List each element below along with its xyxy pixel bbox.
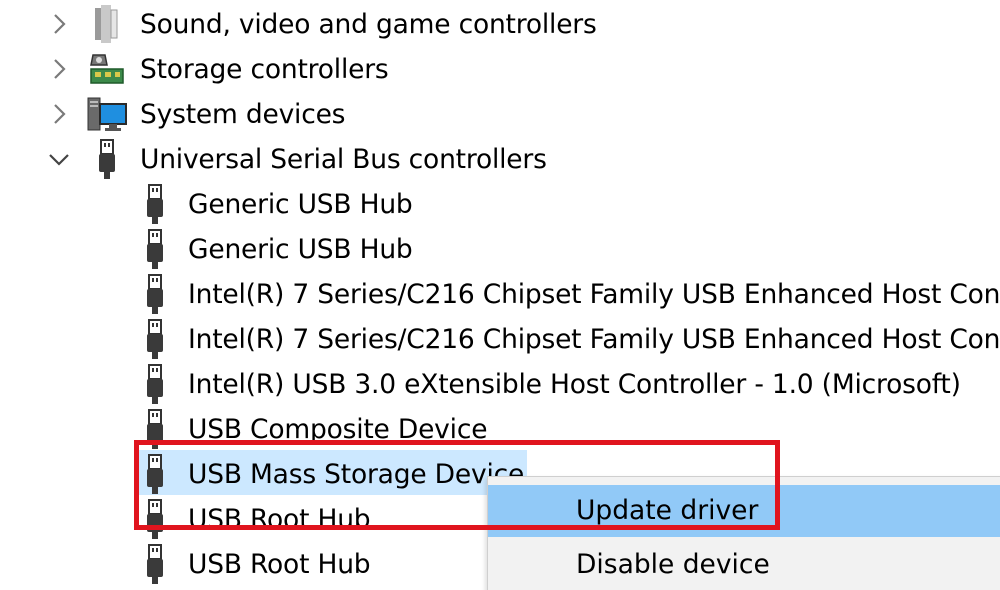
tree-item-universal-serial-bus-controllers[interactable]: Universal Serial Bus controllers xyxy=(0,137,1000,182)
tree-item-label: Generic USB Hub xyxy=(188,234,413,265)
usb-plug-icon xyxy=(147,184,163,224)
speaker-icon xyxy=(95,5,118,43)
tree-item-label: Generic USB Hub xyxy=(188,189,413,220)
usb-plug-icon xyxy=(147,454,163,494)
storage-controller-icon xyxy=(90,54,124,84)
chevron-right-icon[interactable] xyxy=(46,56,72,82)
tree-item-sound-video-game-controllers[interactable]: Sound, video and game controllers xyxy=(0,2,1000,47)
usb-plug-icon xyxy=(147,409,163,449)
tree-item-intel-ehci-controller[interactable]: Intel(R) 7 Series/C216 Chipset Family US… xyxy=(0,317,1000,362)
chevron-right-icon[interactable] xyxy=(46,101,72,127)
tree-item-generic-usb-hub[interactable]: Generic USB Hub xyxy=(0,227,1000,272)
tree-item-label: Intel(R) 7 Series/C216 Chipset Family US… xyxy=(188,324,1000,355)
tree-item-label: Sound, video and game controllers xyxy=(140,9,597,40)
context-menu: Update driver Disable device xyxy=(487,476,1000,590)
tree-item-label: USB Root Hub xyxy=(188,504,371,535)
tree-item-label: USB Root Hub xyxy=(188,549,371,580)
tree-item-intel-ehci-controller[interactable]: Intel(R) 7 Series/C216 Chipset Family US… xyxy=(0,272,1000,317)
tree-item-label: Universal Serial Bus controllers xyxy=(140,144,547,175)
menu-item-update-driver[interactable]: Update driver xyxy=(488,485,1000,537)
usb-plug-icon xyxy=(147,319,163,359)
chevron-right-icon[interactable] xyxy=(46,11,72,37)
tree-item-system-devices[interactable]: System devices xyxy=(0,92,1000,137)
device-manager-tree: Sound, video and game controllers Storag… xyxy=(0,0,1000,590)
usb-plug-icon xyxy=(99,139,115,179)
tree-item-label: USB Mass Storage Device xyxy=(188,459,525,490)
tree-item-usb-composite-device[interactable]: USB Composite Device xyxy=(0,407,1000,452)
tree-item-label: Storage controllers xyxy=(140,54,389,85)
usb-plug-icon xyxy=(147,499,163,539)
tree-item-label: System devices xyxy=(140,99,346,130)
chevron-down-icon[interactable] xyxy=(46,146,72,172)
usb-plug-icon xyxy=(147,229,163,269)
tree-item-generic-usb-hub[interactable]: Generic USB Hub xyxy=(0,182,1000,227)
tree-item-label: Intel(R) USB 3.0 eXtensible Host Control… xyxy=(188,369,961,400)
usb-plug-icon xyxy=(147,364,163,404)
tree-item-intel-xhci-controller[interactable]: Intel(R) USB 3.0 eXtensible Host Control… xyxy=(0,362,1000,407)
system-devices-icon xyxy=(87,97,127,131)
usb-plug-icon xyxy=(147,274,163,314)
menu-item-label: Update driver xyxy=(576,495,759,526)
menu-item-disable-device[interactable]: Disable device xyxy=(488,539,1000,590)
tree-item-storage-controllers[interactable]: Storage controllers xyxy=(0,47,1000,92)
menu-item-label: Disable device xyxy=(576,549,770,580)
tree-item-label: USB Composite Device xyxy=(188,414,488,445)
usb-plug-icon xyxy=(147,544,163,584)
tree-item-label: Intel(R) 7 Series/C216 Chipset Family US… xyxy=(188,279,1000,310)
